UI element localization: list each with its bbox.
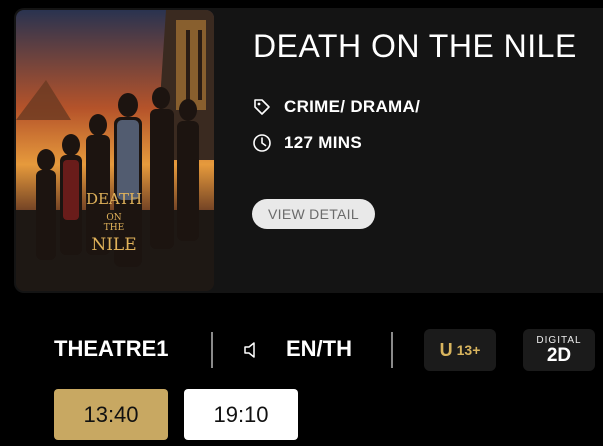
tag-icon	[252, 97, 272, 117]
format-badge: DIGITAL 2D	[523, 329, 595, 371]
duration-text: 127 MINS	[284, 133, 362, 152]
divider	[391, 332, 393, 368]
view-detail-button[interactable]: VIEW DETAIL	[252, 199, 375, 229]
poster-art: DEATH ON THE NILE	[16, 10, 214, 291]
movie-poster[interactable]: DEATH ON THE NILE	[16, 10, 214, 291]
rating-letter: U	[439, 339, 453, 360]
speaker-icon	[241, 339, 263, 361]
showtime-button[interactable]: 19:10	[184, 389, 298, 440]
format-main-label: 2D	[546, 344, 572, 366]
genre-text: CRIME/ DRAMA/	[284, 97, 421, 116]
rating-badge: U 13+	[424, 329, 496, 371]
poster-title-line: THE	[104, 223, 124, 233]
poster-title-line: DEATH	[86, 190, 142, 208]
movie-title: DEATH ON THE NILE	[253, 28, 577, 64]
rating-age: 13+	[456, 342, 481, 358]
duration-row: 127 MINS	[252, 133, 362, 153]
showtime-button[interactable]: 13:40	[54, 389, 168, 440]
theatre-label: THEATRE1	[54, 336, 169, 361]
poster-title-line: ON	[106, 213, 121, 223]
divider	[211, 332, 213, 368]
poster-title-line: NILE	[91, 235, 136, 255]
clock-icon	[252, 133, 272, 153]
session-info-bar: THEATRE1 EN/TH U 13+ DIGITAL 2D	[0, 322, 603, 378]
genre-row: CRIME/ DRAMA/	[252, 97, 420, 117]
language-label: EN/TH	[286, 336, 352, 361]
format-top-label: DIGITAL	[536, 334, 582, 346]
